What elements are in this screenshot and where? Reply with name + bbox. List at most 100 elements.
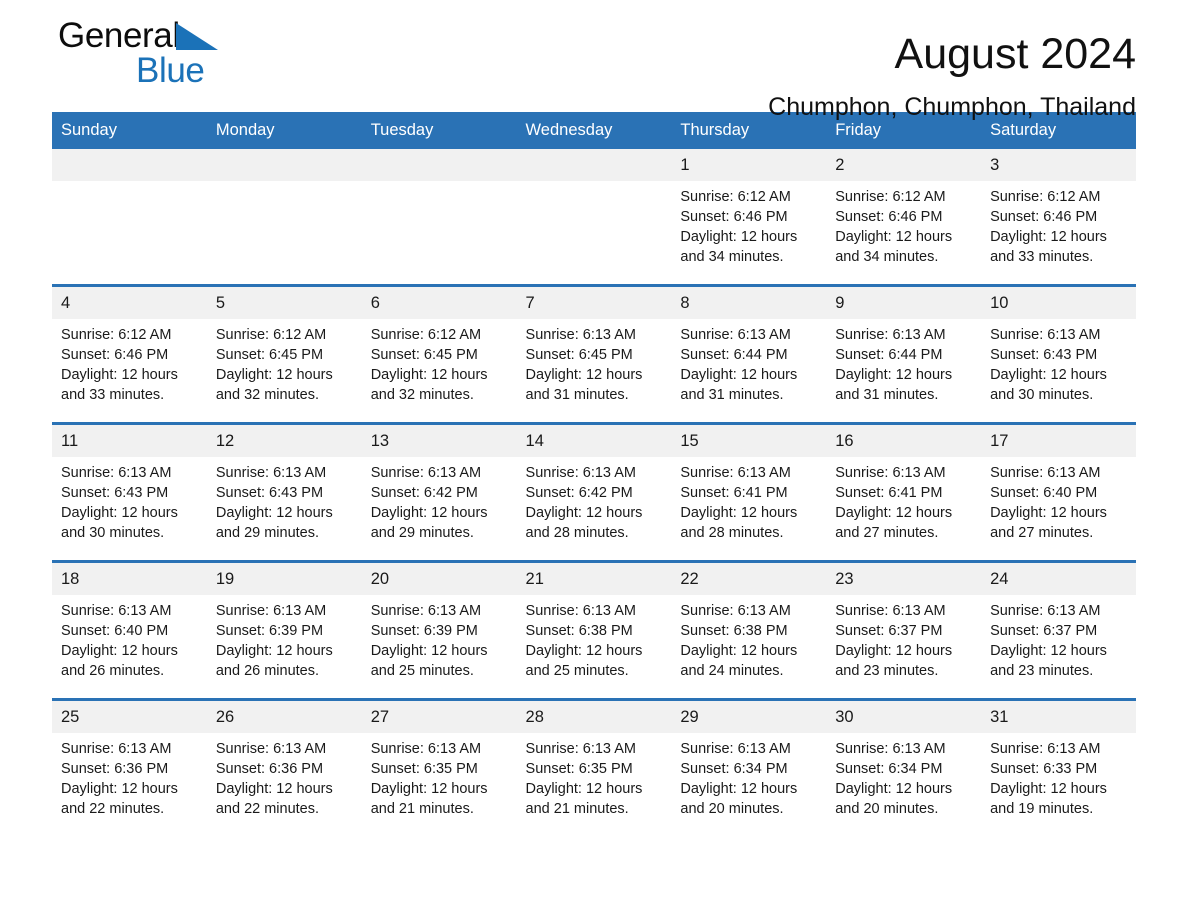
- daylight-text-line1: Daylight: 12 hours: [990, 229, 1107, 245]
- sunrise-text: Sunrise: 6:13 AM: [680, 603, 791, 619]
- calendar-day-cell[interactable]: 26 Sunrise: 6:13 AM Sunset: 6:36 PM Dayligh…: [206, 698, 362, 822]
- day-number: 24: [981, 563, 1136, 595]
- sunrise-text: Sunrise: 6:13 AM: [990, 741, 1101, 757]
- calendar-day-cell[interactable]: 21 Sunrise: 6:13 AM Sunset: 6:38 PM Dayligh…: [516, 560, 672, 684]
- sunset-text: Sunset: 6:46 PM: [835, 209, 943, 225]
- calendar-day-cell[interactable]: 29 Sunrise: 6:13 AM Sunset: 6:34 PM Dayligh…: [671, 698, 827, 822]
- calendar-week-row: 4 Sunrise: 6:12 AM Sunset: 6:46 PM Daylight…: [52, 284, 1136, 408]
- sunset-text: Sunset: 6:39 PM: [370, 623, 478, 639]
- brand-logo: General Blue: [58, 16, 258, 94]
- day-number: 1: [671, 149, 827, 181]
- page-header: General Blue August 2024 Chumphon, Chump…: [52, 0, 1136, 121]
- sunrise-text: Sunrise: 6:13 AM: [61, 603, 172, 619]
- week-spacer-cell: [52, 270, 1136, 286]
- day-number: 15: [671, 425, 827, 457]
- calendar-day-cell[interactable]: 12 Sunrise: 6:13 AM Sunset: 6:43 PM Dayligh…: [206, 422, 362, 546]
- day-details: Sunrise: 6:13 AM Sunset: 6:42 PM Daylight:…: [517, 457, 672, 543]
- daylight-text-line2: and 20 minutes.: [680, 801, 784, 817]
- calendar-week-row: 11 Sunrise: 6:13 AM Sunset: 6:43 PM Dayligh…: [52, 422, 1136, 546]
- calendar-day-cell[interactable]: 25 Sunrise: 6:13 AM Sunset: 6:36 PM Dayligh…: [52, 698, 207, 822]
- day-number: 7: [516, 287, 672, 319]
- day-number: 31: [981, 701, 1136, 733]
- daylight-text-line2: and 32 minutes.: [370, 387, 474, 403]
- sunset-text: Sunset: 6:45 PM: [215, 347, 324, 363]
- calendar-day-cell[interactable]: 7 Sunrise: 6:13 AM Sunset: 6:45 PM Daylight…: [516, 284, 672, 408]
- daylight-text-line1: Daylight: 12 hours: [680, 367, 798, 383]
- daylight-text-line2: and 33 minutes.: [61, 387, 165, 403]
- calendar-day-cell[interactable]: 18 Sunrise: 6:13 AM Sunset: 6:40 PM Dayligh…: [52, 560, 207, 684]
- week-spacer: [52, 408, 1136, 424]
- calendar-day-cell[interactable]: 1 Sunrise: 6:12 AM Sunset: 6:46 PM Daylight…: [671, 149, 827, 270]
- calendar-day-cell[interactable]: 17 Sunrise: 6:13 AM Sunset: 6:40 PM Dayligh…: [981, 422, 1136, 546]
- calendar-day-cell[interactable]: 15 Sunrise: 6:13 AM Sunset: 6:41 PM Dayligh…: [671, 422, 827, 546]
- sunset-text: Sunset: 6:36 PM: [215, 761, 324, 777]
- calendar-day-cell[interactable]: 6 Sunrise: 6:12 AM Sunset: 6:45 PM Daylight…: [361, 284, 517, 408]
- brand-logo-top-row: General: [58, 16, 258, 56]
- daylight-text-line1: Daylight: 12 hours: [525, 505, 643, 521]
- sunrise-text: Sunrise: 6:13 AM: [370, 465, 482, 481]
- calendar-day-cell[interactable]: 2 Sunrise: 6:12 AM Sunset: 6:46 PM Daylight…: [826, 149, 982, 270]
- sunset-text: Sunset: 6:35 PM: [525, 761, 633, 777]
- day-number: 27: [361, 701, 517, 733]
- daylight-text-line1: Daylight: 12 hours: [215, 643, 333, 659]
- sunrise-text: Sunrise: 6:12 AM: [835, 189, 946, 205]
- day-details: Sunrise: 6:13 AM Sunset: 6:43 PM Daylight:…: [981, 319, 1136, 405]
- calendar-page: General Blue August 2024 Chumphon, Chump…: [0, 0, 1188, 918]
- calendar-day-cell[interactable]: 24 Sunrise: 6:13 AM Sunset: 6:37 PM Dayligh…: [981, 560, 1136, 684]
- calendar-day-cell[interactable]: 20 Sunrise: 6:13 AM Sunset: 6:39 PM Dayligh…: [361, 560, 517, 684]
- calendar-day-cell[interactable]: 8 Sunrise: 6:13 AM Sunset: 6:44 PM Daylight…: [671, 284, 827, 408]
- calendar-day-cell[interactable]: 16 Sunrise: 6:13 AM Sunset: 6:41 PM Dayligh…: [826, 422, 982, 546]
- day-details: Sunrise: 6:13 AM Sunset: 6:34 PM Daylight:…: [671, 733, 826, 819]
- day-details: Sunrise: 6:13 AM Sunset: 6:43 PM Daylight:…: [207, 457, 362, 543]
- daylight-text-line1: Daylight: 12 hours: [61, 367, 178, 383]
- day-number: 6: [361, 287, 517, 319]
- calendar-day-cell[interactable]: 28 Sunrise: 6:13 AM Sunset: 6:35 PM Dayligh…: [516, 698, 672, 822]
- calendar-day-cell[interactable]: 14 Sunrise: 6:13 AM Sunset: 6:42 PM Dayligh…: [516, 422, 672, 546]
- sunrise-text: Sunrise: 6:13 AM: [990, 465, 1101, 481]
- day-details: Sunrise: 6:13 AM Sunset: 6:39 PM Daylight:…: [362, 595, 517, 681]
- brand-name-blue: Blue: [136, 51, 205, 90]
- daylight-text-line1: Daylight: 12 hours: [61, 643, 178, 659]
- day-details: Sunrise: 6:12 AM Sunset: 6:46 PM Daylight:…: [981, 181, 1136, 267]
- day-number: 22: [671, 563, 827, 595]
- weekday-header-monday: Monday: [206, 112, 362, 149]
- sunset-text: Sunset: 6:38 PM: [525, 623, 633, 639]
- daylight-text-line1: Daylight: 12 hours: [835, 367, 953, 383]
- daylight-text-line2: and 28 minutes.: [680, 525, 784, 541]
- calendar-day-cell[interactable]: 5 Sunrise: 6:12 AM Sunset: 6:45 PM Daylight…: [206, 284, 362, 408]
- page-title: August 2024: [894, 30, 1136, 78]
- daylight-text-line2: and 33 minutes.: [990, 249, 1094, 265]
- brand-logo-bottom-row: Blue: [58, 52, 258, 90]
- day-number: 17: [981, 425, 1136, 457]
- sunset-text: Sunset: 6:41 PM: [680, 485, 788, 501]
- sunrise-text: Sunrise: 6:13 AM: [680, 327, 791, 343]
- daylight-text-line2: and 23 minutes.: [990, 663, 1094, 679]
- daylight-text-line1: Daylight: 12 hours: [370, 505, 488, 521]
- calendar-day-cell[interactable]: 4 Sunrise: 6:12 AM Sunset: 6:46 PM Daylight…: [52, 284, 207, 408]
- day-details: Sunrise: 6:13 AM Sunset: 6:45 PM Daylight:…: [517, 319, 672, 405]
- day-number: [361, 149, 517, 181]
- calendar-day-cell[interactable]: 3 Sunrise: 6:12 AM Sunset: 6:46 PM Daylight…: [981, 149, 1136, 270]
- calendar-day-cell[interactable]: 10 Sunrise: 6:13 AM Sunset: 6:43 PM Dayligh…: [981, 284, 1136, 408]
- calendar-day-cell[interactable]: 22 Sunrise: 6:13 AM Sunset: 6:38 PM Dayligh…: [671, 560, 827, 684]
- calendar-day-cell[interactable]: 19 Sunrise: 6:13 AM Sunset: 6:39 PM Dayligh…: [206, 560, 362, 684]
- sunrise-text: Sunrise: 6:12 AM: [215, 327, 327, 343]
- daylight-text-line2: and 31 minutes.: [680, 387, 784, 403]
- daylight-text-line2: and 34 minutes.: [835, 249, 939, 265]
- calendar-day-cell[interactable]: 9 Sunrise: 6:13 AM Sunset: 6:44 PM Daylight…: [826, 284, 982, 408]
- week-spacer: [52, 270, 1136, 286]
- calendar-week-row: 25 Sunrise: 6:13 AM Sunset: 6:36 PM Dayligh…: [52, 698, 1136, 822]
- daylight-text-line2: and 25 minutes.: [370, 663, 474, 679]
- day-details: Sunrise: 6:13 AM Sunset: 6:34 PM Daylight:…: [826, 733, 981, 819]
- brand-name-general: General: [58, 16, 180, 55]
- calendar-day-cell[interactable]: 31 Sunrise: 6:13 AM Sunset: 6:33 PM Dayligh…: [981, 698, 1136, 822]
- daylight-text-line2: and 22 minutes.: [61, 801, 165, 817]
- calendar-day-cell[interactable]: 27 Sunrise: 6:13 AM Sunset: 6:35 PM Dayligh…: [361, 698, 517, 822]
- calendar-day-cell[interactable]: 23 Sunrise: 6:13 AM Sunset: 6:37 PM Dayligh…: [826, 560, 982, 684]
- daylight-text-line1: Daylight: 12 hours: [680, 643, 798, 659]
- calendar-day-cell[interactable]: 13 Sunrise: 6:13 AM Sunset: 6:42 PM Dayligh…: [361, 422, 517, 546]
- day-details: Sunrise: 6:13 AM Sunset: 6:39 PM Daylight:…: [207, 595, 362, 681]
- calendar-day-cell[interactable]: 30 Sunrise: 6:13 AM Sunset: 6:34 PM Dayligh…: [826, 698, 982, 822]
- sunrise-text: Sunrise: 6:13 AM: [215, 741, 327, 757]
- calendar-day-cell[interactable]: 11 Sunrise: 6:13 AM Sunset: 6:43 PM Dayligh…: [52, 422, 207, 546]
